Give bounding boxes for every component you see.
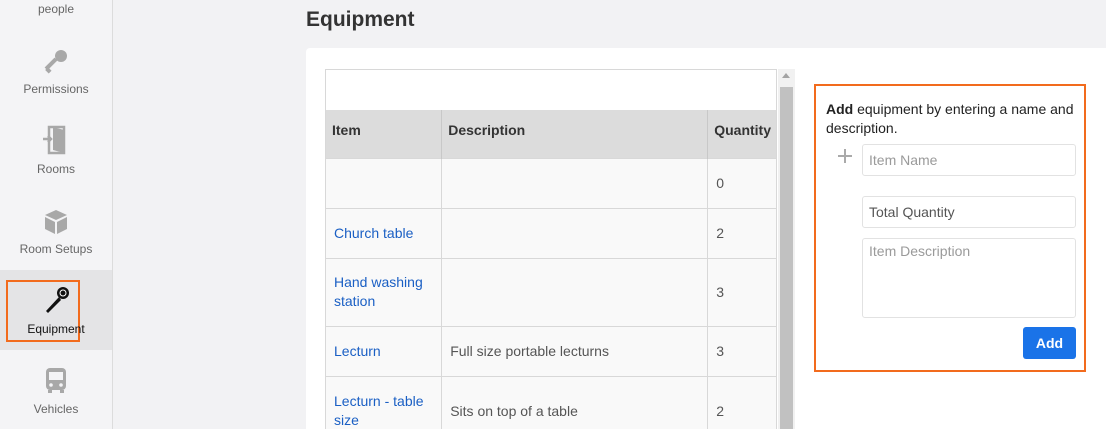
equipment-table: Item Description Quantity 0 Church table… <box>326 110 776 429</box>
door-icon <box>43 125 66 155</box>
scroll-up-icon[interactable] <box>782 73 790 78</box>
sidebar-item-label: Room Setups <box>19 242 93 256</box>
key-icon <box>44 50 67 74</box>
description-cell: Full size portable lecturns <box>441 325 709 376</box>
sidebar-item-label: Rooms <box>36 162 75 176</box>
quantity-cell: 2 <box>707 207 776 258</box>
quantity-cell: 3 <box>707 325 776 376</box>
add-equipment-panel: Add equipment by entering a name and des… <box>814 84 1086 372</box>
sidebar-item-people[interactable]: people <box>0 0 112 40</box>
column-header-description[interactable]: Description <box>441 110 709 158</box>
item-name-input[interactable] <box>862 144 1076 176</box>
item-cell: Lecturn - table size <box>326 375 443 429</box>
sidebar-item-permissions[interactable]: Permissions <box>0 40 112 120</box>
quantity-cell: 2 <box>707 375 776 429</box>
sidebar-item-label: Permissions <box>23 82 89 96</box>
table-row[interactable]: Hand washing station 3 <box>326 257 776 326</box>
table-row[interactable]: 0 <box>326 157 776 208</box>
item-link[interactable]: Lecturn - table size <box>334 393 424 428</box>
plus-icon <box>837 148 853 164</box>
table-header-row: Item Description Quantity <box>326 110 776 158</box>
bus-icon <box>46 368 66 393</box>
sidebar-item-room-setups[interactable]: Room Setups <box>0 200 112 280</box>
scrollbar-thumb[interactable] <box>780 87 793 429</box>
sidebar-item-rooms[interactable]: Rooms <box>0 120 112 200</box>
sidebar-item-label: Equipment <box>27 322 85 336</box>
sidebar-item-label: Vehicles <box>33 402 79 416</box>
item-cell: Lecturn <box>326 325 443 376</box>
microphone-icon <box>46 287 69 313</box>
table-scrollbar[interactable] <box>778 69 795 429</box>
description-cell <box>441 157 709 208</box>
page-title: Equipment <box>306 8 415 31</box>
item-link[interactable]: Hand washing station <box>334 274 423 309</box>
item-cell: Church table <box>326 207 443 258</box>
sidebar: people Permissions Rooms Room Setups Equ… <box>0 0 113 429</box>
sidebar-item-equipment[interactable]: Equipment <box>0 270 112 350</box>
item-link[interactable]: Lecturn <box>334 343 381 359</box>
description-cell <box>441 257 709 326</box>
quantity-cell: 0 <box>707 157 776 208</box>
table-row[interactable]: Church table 2 <box>326 207 776 258</box>
sidebar-item-label: people <box>37 2 75 16</box>
item-link[interactable]: Church table <box>334 225 413 241</box>
column-header-item[interactable]: Item <box>326 110 443 158</box>
equipment-table-container: Item Description Quantity 0 Church table… <box>325 69 777 429</box>
add-instructions: Add equipment by entering a name and des… <box>826 100 1082 138</box>
add-instructions-bold: Add <box>826 101 854 117</box>
table-row[interactable]: Lecturn - table size Sits on top of a ta… <box>326 375 776 429</box>
item-description-input[interactable] <box>862 238 1076 318</box>
add-instructions-text: equipment by entering a name and descrip… <box>826 101 1074 136</box>
item-cell <box>326 157 443 208</box>
description-cell: Sits on top of a table <box>441 375 709 429</box>
cube-icon <box>45 210 67 234</box>
description-cell <box>441 207 709 258</box>
total-quantity-input[interactable] <box>862 196 1076 228</box>
add-button[interactable]: Add <box>1023 327 1076 359</box>
item-cell: Hand washing station <box>326 257 443 326</box>
column-header-quantity[interactable]: Quantity <box>707 110 776 158</box>
sidebar-item-vehicles[interactable]: Vehicles <box>0 360 112 429</box>
quantity-cell: 3 <box>707 257 776 326</box>
table-row[interactable]: Lecturn Full size portable lecturns 3 <box>326 325 776 376</box>
